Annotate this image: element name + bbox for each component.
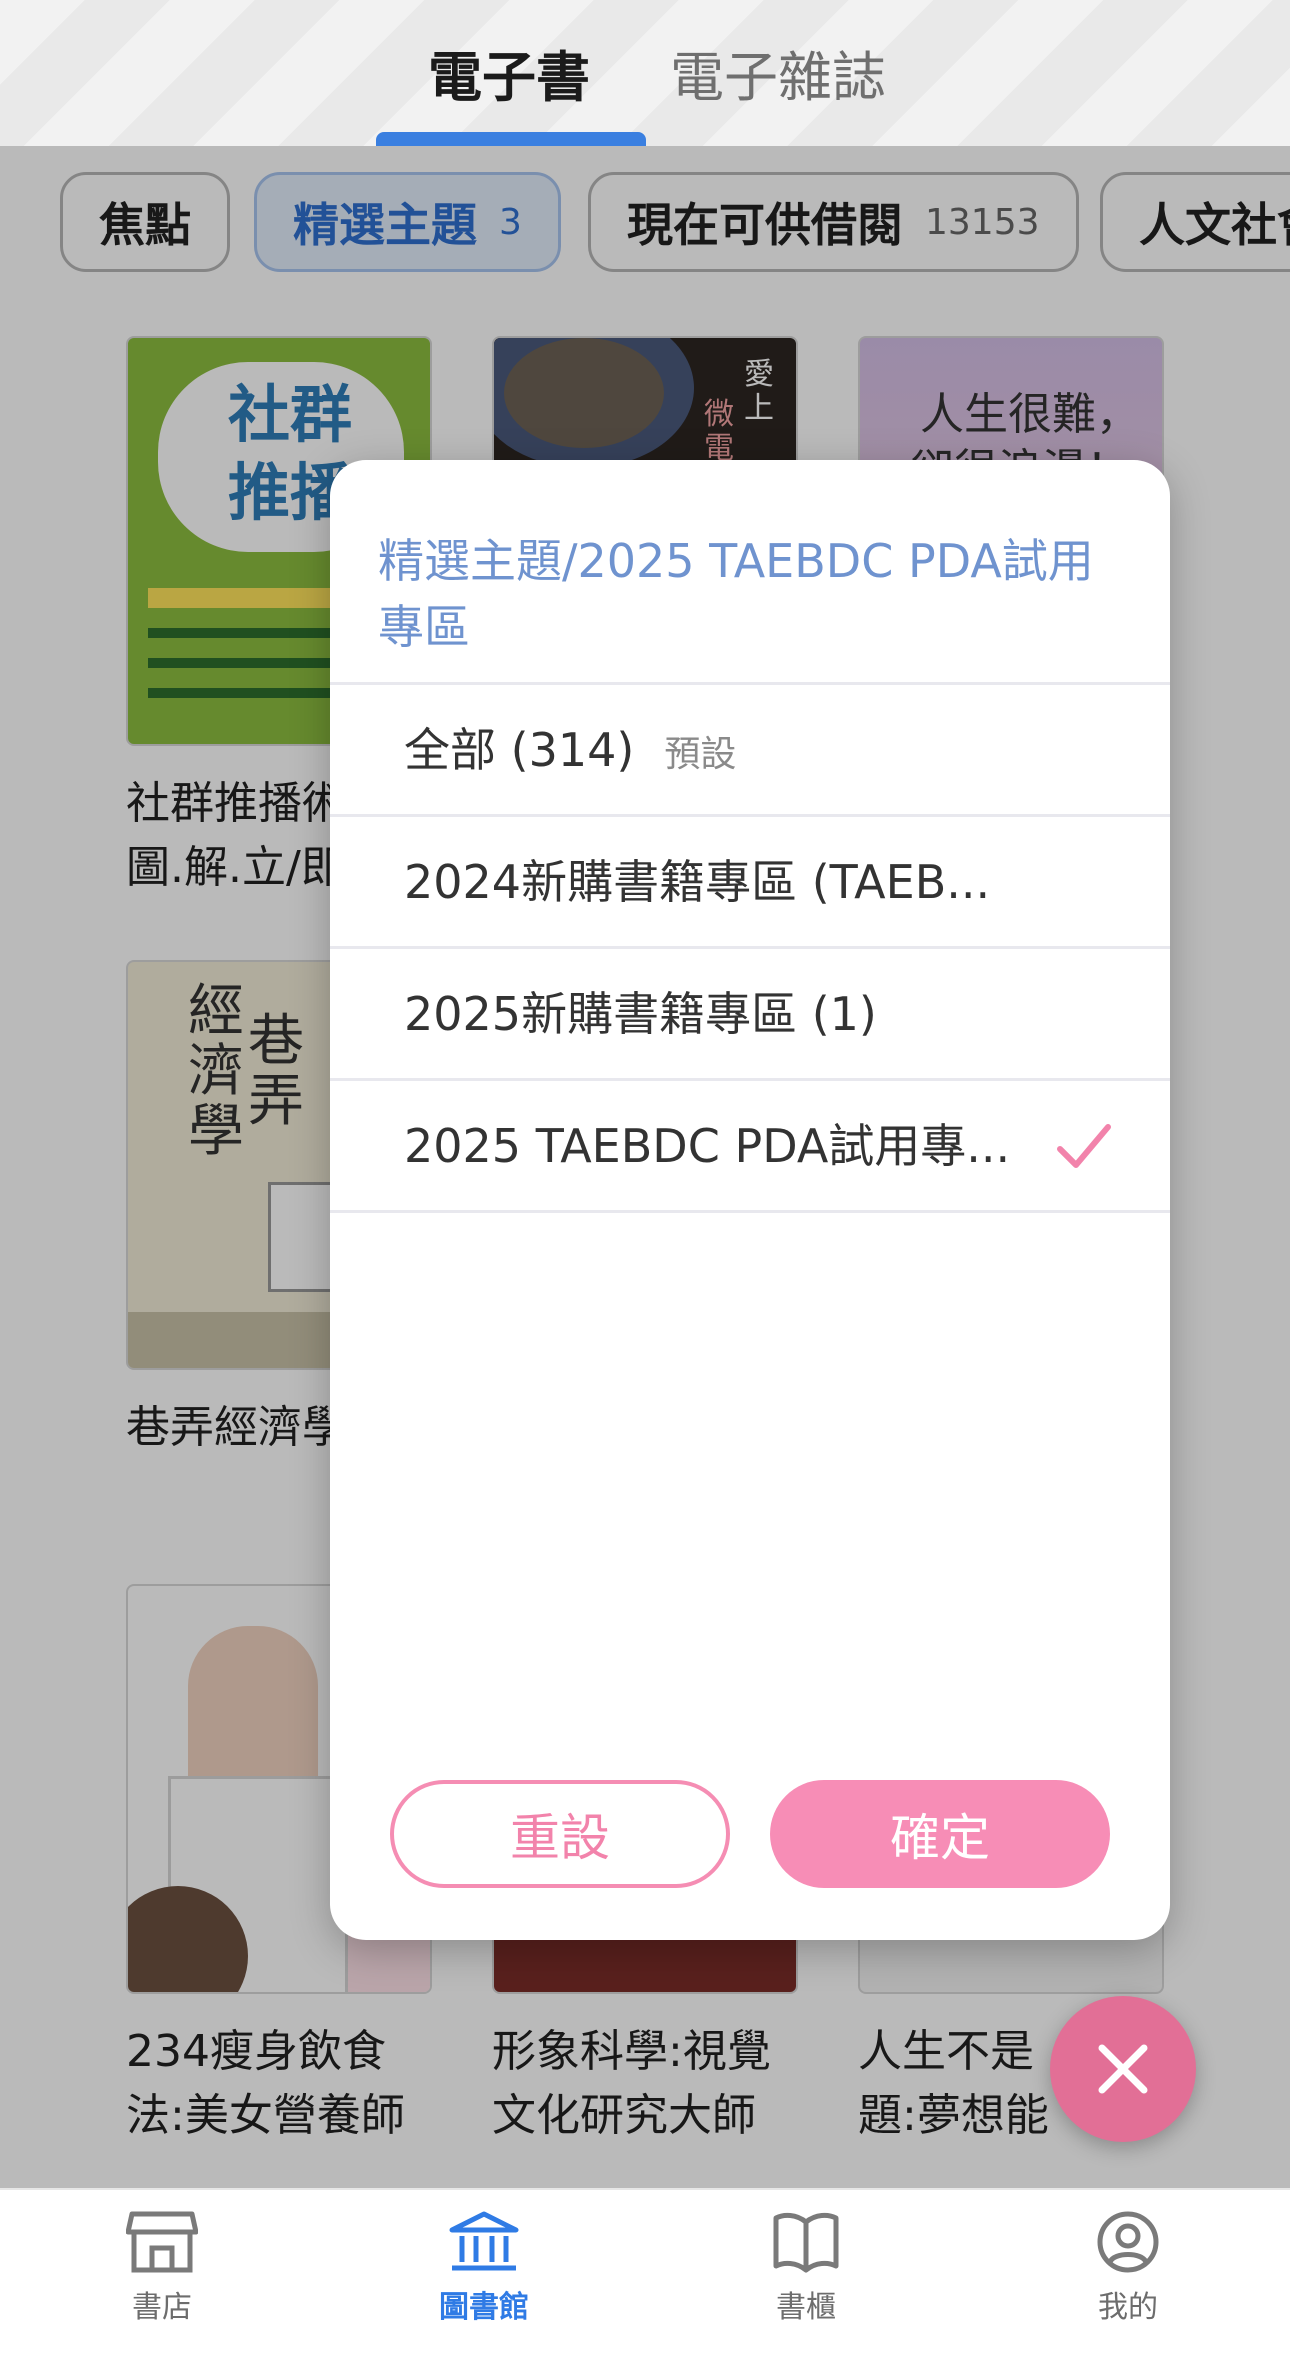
tab-ebooks[interactable]: 電子書 bbox=[428, 38, 590, 118]
topic-filter-dialog: 精選主題/2025 TAEBDC PDA試用專區 全部 (314) 預設 2024… bbox=[330, 460, 1170, 1940]
option-label: 2025 TAEBDC PDA試用專... bbox=[404, 1119, 1011, 1173]
nav-store[interactable]: 書店 bbox=[62, 2210, 262, 2326]
app-screen: 電子書 電子雜誌 焦點 精選主題 3 現在可供借閱 13153 人文社會 社群 … bbox=[0, 0, 1290, 2364]
dialog-title: 精選主題/2025 TAEBDC PDA試用專區 bbox=[378, 534, 1094, 654]
reset-button[interactable]: 重設 bbox=[390, 1780, 730, 1888]
bottom-nav-bar: 書店 圖書館 書櫃 我的 bbox=[0, 2188, 1290, 2364]
option-2024-new-books[interactable]: 2024新購書籍專區 (TAEB... bbox=[330, 814, 1170, 946]
default-note: 預設 bbox=[664, 734, 737, 775]
option-label: 2024新購書籍專區 (TAEB... bbox=[404, 855, 991, 909]
nav-label: 書櫃 bbox=[776, 2290, 836, 2325]
option-2025-taebdc-pda[interactable]: 2025 TAEBDC PDA試用專... bbox=[330, 1078, 1170, 1210]
nav-library[interactable]: 圖書館 bbox=[384, 2210, 584, 2326]
top-tab-bar: 電子書 電子雜誌 bbox=[0, 0, 1290, 146]
library-icon bbox=[449, 2211, 519, 2271]
active-tab-indicator bbox=[376, 132, 646, 146]
nav-label: 書店 bbox=[132, 2290, 192, 2325]
nav-label: 我的 bbox=[1098, 2290, 1158, 2325]
profile-icon bbox=[1097, 2211, 1159, 2273]
option-2025-new-books[interactable]: 2025新購書籍專區 (1) bbox=[330, 946, 1170, 1078]
option-label: 全部 (314) bbox=[404, 723, 635, 777]
nav-profile[interactable]: 我的 bbox=[1028, 2210, 1228, 2326]
tab-emagazines[interactable]: 電子雜誌 bbox=[670, 38, 886, 118]
store-icon bbox=[126, 2211, 198, 2273]
book-icon bbox=[773, 2212, 839, 2273]
option-all[interactable]: 全部 (314) 預設 bbox=[330, 682, 1170, 814]
nav-bookshelf[interactable]: 書櫃 bbox=[706, 2210, 906, 2326]
checkmark-icon bbox=[1057, 1124, 1111, 1168]
option-label: 2025新購書籍專區 (1) bbox=[404, 987, 877, 1041]
option-list-end-divider bbox=[330, 1210, 1170, 1213]
confirm-button[interactable]: 確定 bbox=[770, 1780, 1110, 1888]
close-button[interactable] bbox=[1050, 1996, 1196, 2142]
close-icon bbox=[1098, 2044, 1148, 2094]
nav-label: 圖書館 bbox=[439, 2290, 529, 2325]
